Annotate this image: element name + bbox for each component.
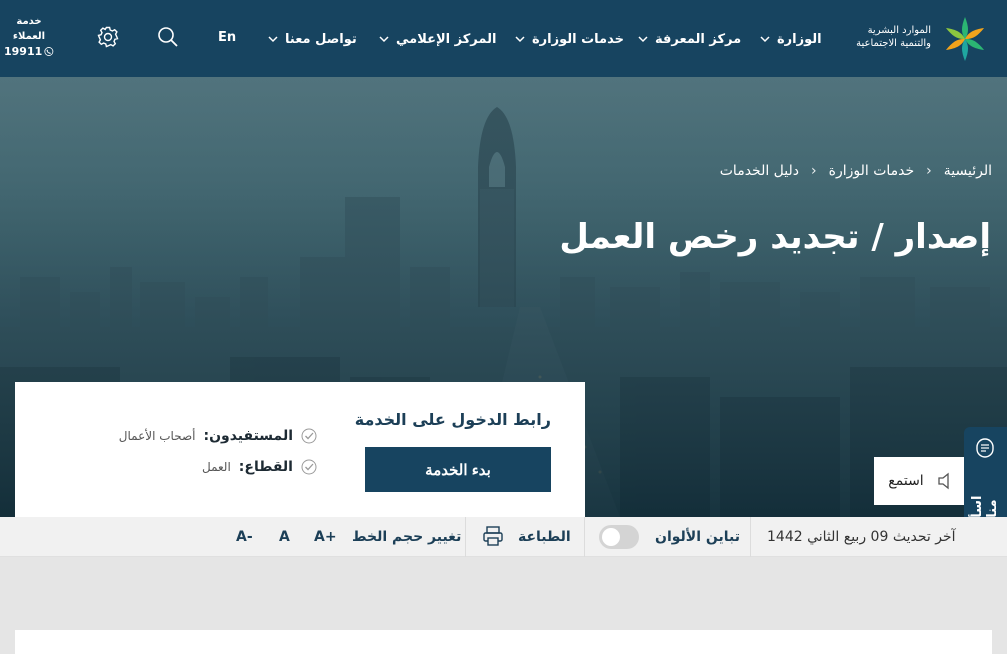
color-contrast-label: تباين الألوان: [655, 529, 740, 545]
customer-service-phone: 19911: [4, 44, 54, 59]
nav-media-center[interactable]: المركز الإعلامي: [378, 30, 496, 48]
printer-icon[interactable]: [481, 524, 505, 548]
phone-icon: [44, 47, 54, 56]
beneficiaries-row: المستفيدون: أصحاب الأعمال: [119, 428, 317, 444]
chevron-left-icon: ‹: [811, 163, 817, 179]
toggle-knob: [602, 528, 620, 546]
breadcrumb-ministry-services[interactable]: خدمات الوزارة: [829, 163, 915, 179]
nav-ministry[interactable]: الوزارة: [759, 30, 822, 48]
chevron-left-icon: ‹: [926, 163, 932, 179]
logo-text-line1: الموارد البشرية: [867, 25, 931, 36]
nav-contact-us[interactable]: تواصل معنا: [267, 30, 357, 48]
service-link-title: رابط الدخول على الخدمة: [354, 410, 551, 429]
nav-knowledge-center-label: مركز المعرفة: [655, 31, 742, 47]
check-circle-icon: [301, 428, 317, 444]
nav-ministry-services-label: خدمات الوزارة: [532, 31, 624, 47]
nav-ministry-services[interactable]: خدمات الوزارة: [514, 30, 624, 48]
gear-icon[interactable]: [97, 26, 119, 48]
sector-label: القطاع:: [238, 459, 293, 475]
speaker-icon: [938, 472, 949, 490]
customer-service-line2: العملاء: [12, 31, 46, 42]
start-service-button[interactable]: بدء الخدمة: [365, 447, 551, 492]
font-decrease-button[interactable]: A-: [236, 529, 253, 545]
chevron-down-icon: [637, 33, 649, 45]
listen-button[interactable]: استمع: [874, 457, 970, 505]
font-increase-button[interactable]: A+: [314, 529, 337, 545]
sector-row: القطاع: العمل: [202, 459, 317, 475]
font-size-label: تغيير حجم الخط: [352, 529, 462, 545]
chat-bot-icon: [976, 438, 994, 458]
chevron-down-icon: [267, 33, 279, 45]
check-circle-icon: [301, 459, 317, 475]
nav-knowledge-center[interactable]: مركز المعرفة: [637, 30, 741, 48]
print-label[interactable]: الطباعة: [518, 529, 571, 545]
nav-ministry-label: الوزارة: [777, 31, 822, 47]
last-update-text: آخر تحديث 09 ربيع الثاني 1442: [767, 529, 956, 545]
sector-value: العمل: [201, 460, 231, 474]
chevron-down-icon: [378, 33, 390, 45]
divider: [750, 517, 751, 557]
breadcrumb-home[interactable]: الرئيسية: [944, 163, 992, 179]
service-card: رابط الدخول على الخدمة بدء الخدمة المستف…: [15, 382, 585, 522]
breadcrumb: الرئيسية ‹ خدمات الوزارة ‹ دليل الخدمات: [720, 163, 992, 179]
beneficiaries-value: أصحاب الأعمال: [118, 429, 196, 443]
chevron-down-icon: [514, 33, 526, 45]
font-normal-button[interactable]: A: [279, 529, 290, 545]
logo-text: الموارد البشرية والتنمية الاجتماعية: [841, 24, 931, 50]
customer-service-number: 19911: [4, 45, 43, 58]
divider: [465, 517, 466, 557]
nav-contact-us-label: تواصل معنا: [285, 31, 357, 47]
divider: [584, 517, 585, 557]
logo-mark-icon: [945, 17, 985, 61]
nav-media-center-label: المركز الإعلامي: [396, 31, 497, 47]
listen-label: استمع: [888, 473, 924, 489]
customer-service[interactable]: خدمة العملاء 19911: [4, 14, 54, 59]
ministry-logo[interactable]: الموارد البشرية والتنمية الاجتماعية: [841, 14, 993, 64]
language-switch[interactable]: En: [218, 30, 236, 45]
chevron-down-icon: [759, 33, 771, 45]
color-contrast-toggle[interactable]: [599, 525, 639, 549]
beneficiaries-label: المستفيدون:: [203, 428, 293, 444]
logo-text-line2: والتنمية الاجتماعية: [856, 38, 931, 49]
page-title: إصدار / تجديد رخص العمل: [559, 217, 991, 257]
search-icon[interactable]: [157, 26, 179, 48]
top-header: الموارد البشرية والتنمية الاجتماعية الوز…: [0, 0, 1007, 77]
content-panel: [15, 630, 992, 654]
breadcrumb-services-guide[interactable]: دليل الخدمات: [720, 163, 799, 179]
customer-service-line1: خدمة: [16, 16, 42, 27]
